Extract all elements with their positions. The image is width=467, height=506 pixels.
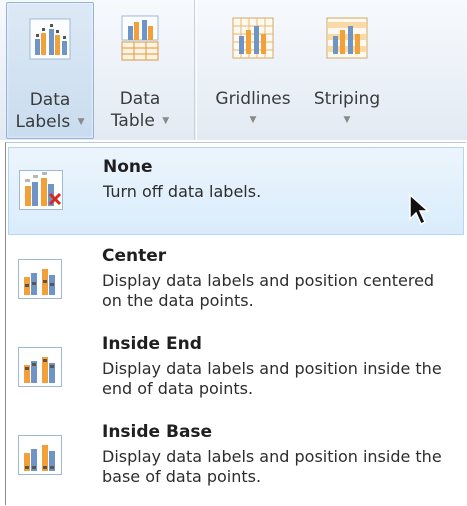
inside-end-labels-icon: [18, 347, 62, 387]
data-table-button[interactable]: Data Table ▼: [98, 2, 182, 137]
gridlines-icon: [232, 17, 274, 59]
menu-item-description: Display data labels and position inside …: [102, 447, 442, 486]
data-labels-icon: [29, 18, 71, 60]
data-labels-button[interactable]: Data Labels ▼: [6, 2, 94, 139]
ribbon-group-background: Gridlines ▼ Striping ▼: [194, 0, 467, 140]
chevron-down-icon: ▼: [77, 117, 85, 127]
menu-item-description: Display data labels and position centere…: [102, 271, 435, 310]
menu-item-title: None: [103, 157, 153, 177]
menu-item-description: Turn off data labels.: [103, 182, 262, 201]
chevron-down-icon: ▼: [249, 115, 257, 125]
gridlines-label: Gridlines: [215, 89, 291, 109]
data-labels-label-line1: Data: [29, 90, 71, 110]
striping-button[interactable]: Striping ▼: [305, 2, 389, 137]
gridlines-button[interactable]: Gridlines ▼: [205, 2, 301, 137]
menu-item-center[interactable]: Center Display data labels and position …: [8, 237, 464, 325]
data-labels-label-line2: Labels: [15, 112, 71, 132]
menu-item-inside-end[interactable]: Inside End Display data labels and posit…: [8, 325, 464, 413]
menu-item-description: Display data labels and position inside …: [102, 359, 442, 398]
ribbon: Data Labels ▼ Data Table ▼ Gridlines ▼ S…: [0, 0, 467, 140]
menu-item-title: Center: [102, 246, 167, 266]
menu-item-title: Inside Base: [102, 422, 213, 442]
data-labels-menu: None Turn off data labels. Center Displa…: [5, 142, 466, 505]
menu-item-title: Inside End: [102, 334, 202, 354]
menu-item-none[interactable]: None Turn off data labels.: [8, 147, 464, 235]
striping-icon: [326, 17, 368, 59]
center-labels-icon: [18, 259, 62, 299]
data-table-label-line1: Data: [119, 89, 161, 109]
chevron-down-icon: ▼: [162, 116, 170, 126]
inside-base-labels-icon: [18, 435, 62, 475]
mouse-pointer-icon: [409, 193, 430, 226]
ribbon-group-labels: Data Labels ▼ Data Table ▼: [0, 0, 191, 140]
data-table-label-line2: Table: [110, 111, 155, 131]
chevron-down-icon: ▼: [343, 115, 351, 125]
no-labels-icon: [19, 170, 63, 210]
menu-item-inside-base[interactable]: Inside Base Display data labels and posi…: [8, 413, 464, 501]
striping-label: Striping: [313, 89, 381, 109]
data-table-icon: [121, 15, 159, 61]
